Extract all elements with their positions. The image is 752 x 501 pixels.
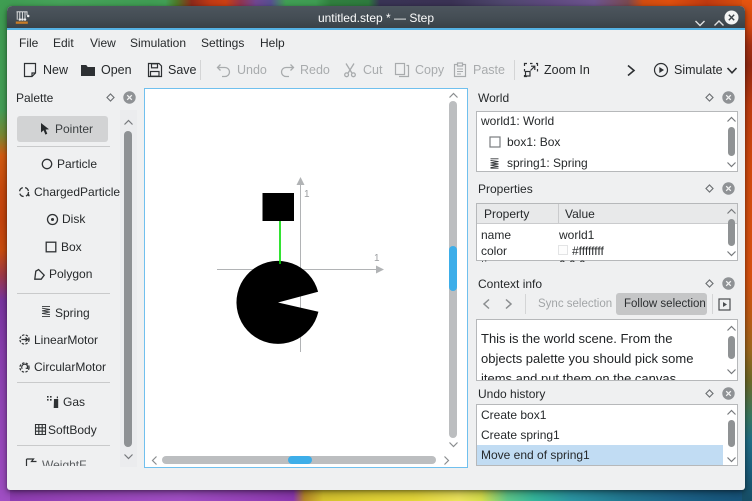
svg-text:1: 1 [374, 253, 380, 264]
svg-text:1: 1 [304, 189, 310, 200]
